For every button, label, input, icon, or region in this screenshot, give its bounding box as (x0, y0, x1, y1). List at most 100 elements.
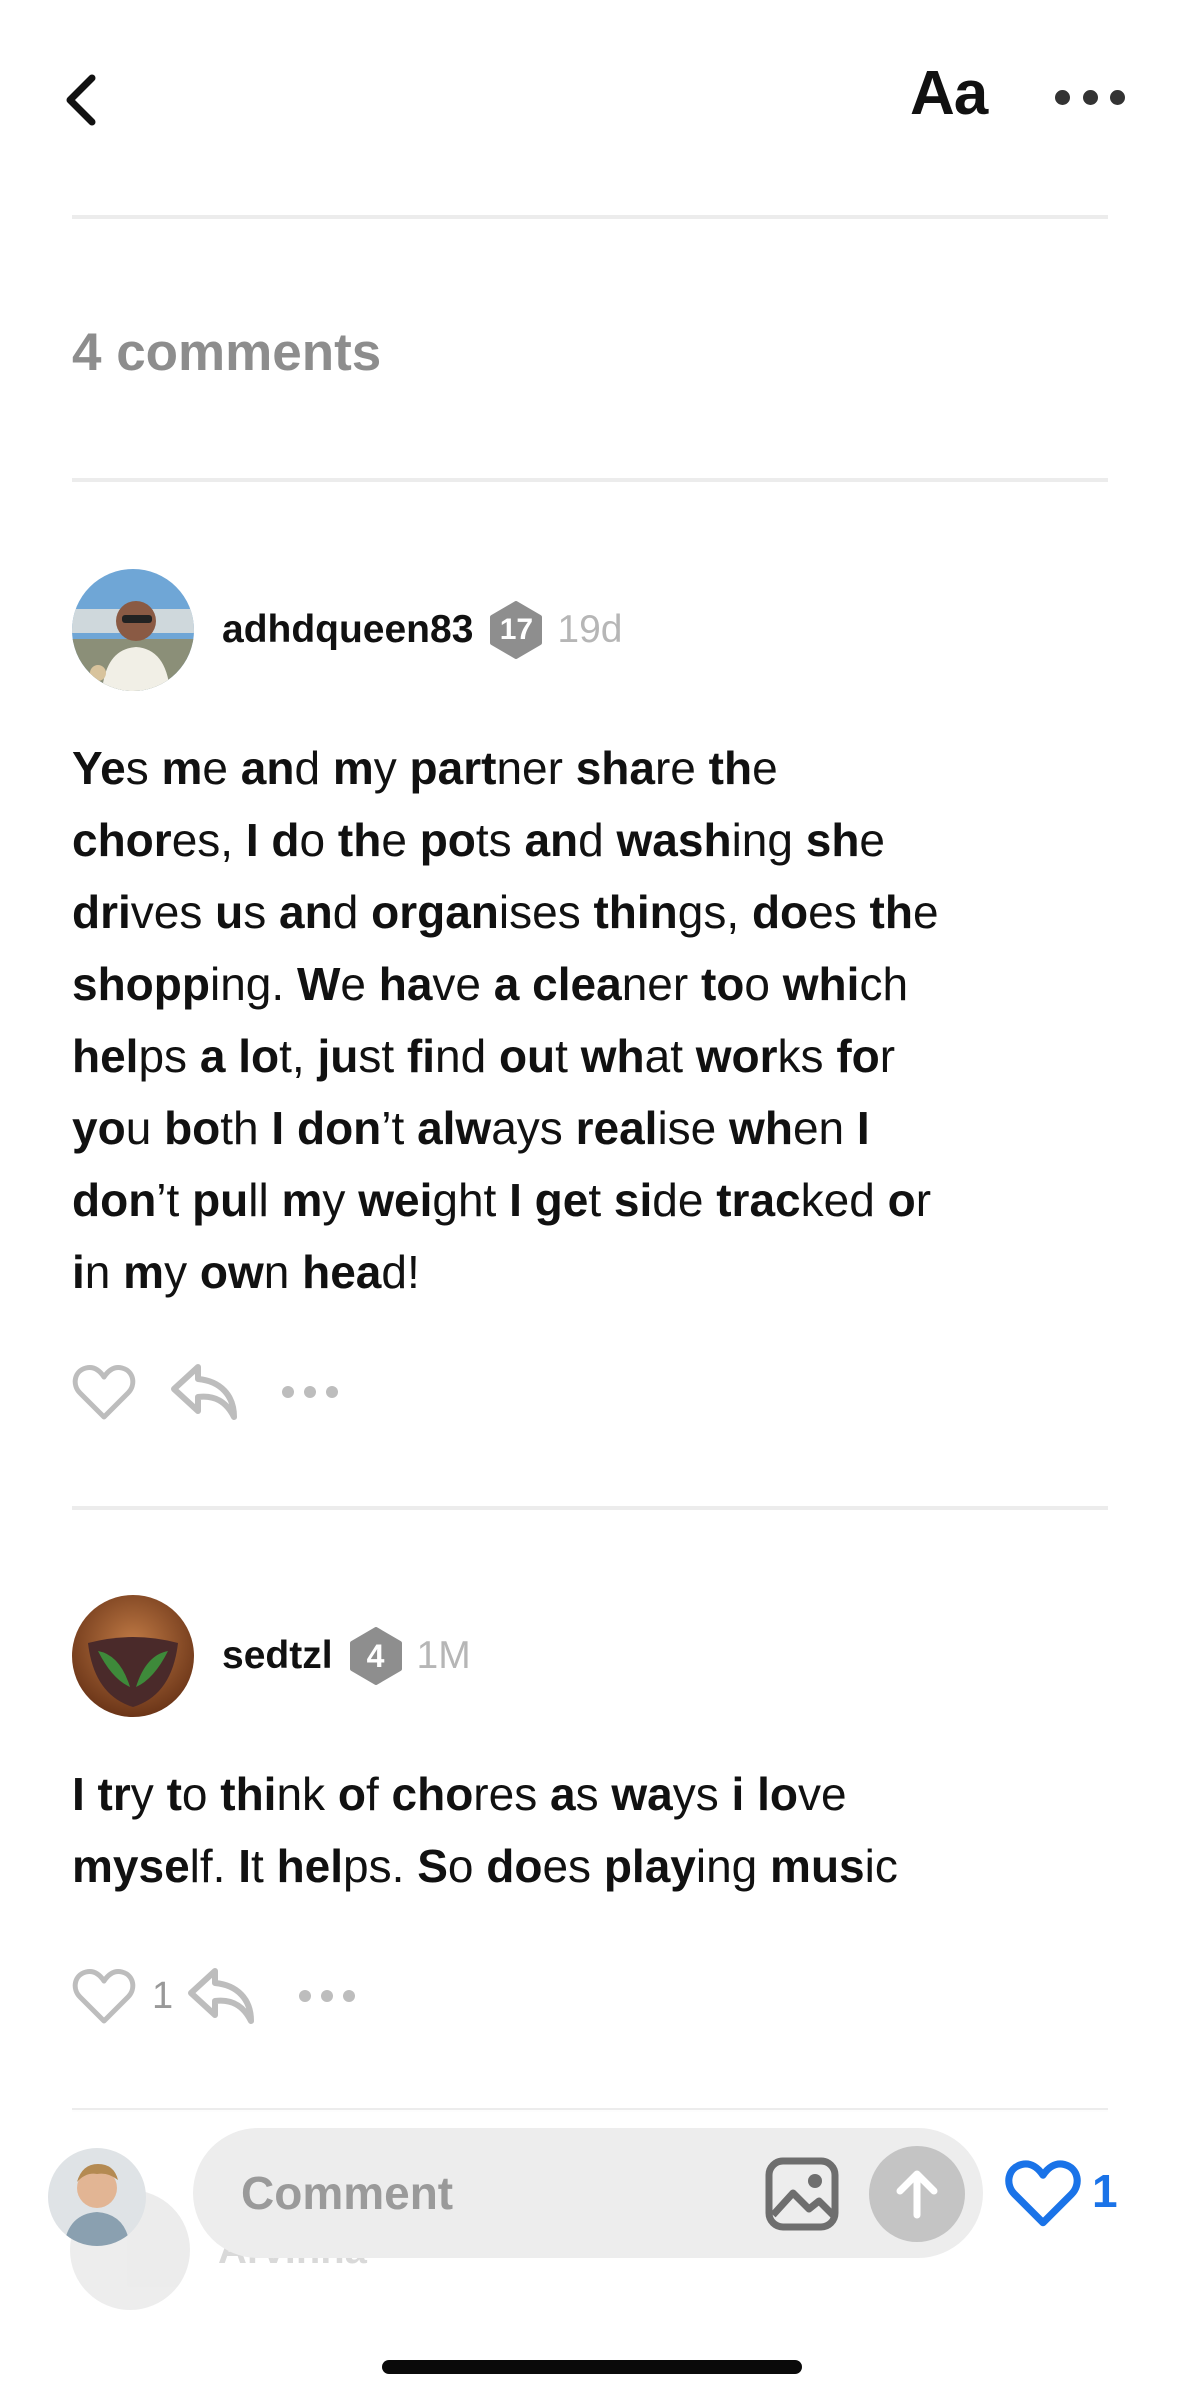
text-fragment: ve (797, 1768, 847, 1820)
heart-icon (1005, 2160, 1081, 2227)
comment-header: sedtzl 4 1M (72, 1594, 1112, 1718)
reply-button[interactable] (168, 1361, 240, 1423)
text-fragment: hel (276, 1840, 344, 1892)
text-fragment: a (549, 1768, 576, 1820)
text-fragment: d (332, 886, 372, 938)
like-button[interactable] (72, 1361, 142, 1423)
back-button[interactable] (58, 70, 104, 130)
comment-text: Yes me and my partner share the chores, I… (72, 732, 1112, 1308)
text-fragment: po (419, 814, 476, 866)
text-fragment: ow (199, 1246, 264, 1298)
dot (282, 1386, 294, 1398)
text-fragment: n (263, 1246, 303, 1298)
username[interactable]: sedtzl (222, 1634, 333, 1678)
username[interactable]: adhdqueen83 (222, 608, 473, 652)
avatar[interactable] (72, 1595, 194, 1717)
text-fragment: chor (72, 814, 172, 866)
heart-icon (72, 1365, 136, 1420)
text-fragment: an (279, 886, 333, 938)
text-fragment: Ye (72, 742, 126, 794)
comment-age: 1M (416, 1634, 471, 1677)
comment-actions (72, 1352, 1112, 1432)
text-fragment: t (588, 1174, 614, 1226)
text-fragment: o (887, 1174, 916, 1226)
divider (72, 215, 1108, 219)
text-fragment: ise (657, 1102, 730, 1154)
text-fragment: m (123, 1246, 165, 1298)
text-fragment: th (869, 886, 913, 938)
text-fragment: es, (171, 814, 246, 866)
text-fragment: y (322, 1174, 359, 1226)
text-fragment: yo (72, 1102, 126, 1154)
text-fragment: y (164, 1246, 200, 1298)
font-size-button[interactable]: Aa (910, 58, 988, 138)
like-button[interactable] (72, 1965, 142, 2027)
dot (1055, 89, 1070, 105)
dot (321, 1990, 334, 2002)
arrow-up-icon (896, 2170, 938, 2219)
text-fragment: sh (805, 814, 860, 866)
text-fragment: dri (72, 886, 131, 938)
text-fragment: I tr (72, 1768, 131, 1820)
home-indicator (382, 2360, 802, 2374)
text-fragment: part (409, 742, 497, 794)
text-fragment: s (243, 886, 280, 938)
text-fragment: o (299, 814, 338, 866)
text-fragment: e (381, 814, 420, 866)
text-fragment: cho (391, 1768, 474, 1820)
comment: adhdqueen83 17 19d Yes me and my partner… (72, 568, 1112, 1432)
text-fragment: y (373, 742, 410, 794)
text-fragment: e (859, 814, 886, 866)
text-fragment: hel (72, 1030, 139, 1082)
text-fragment: th (708, 742, 753, 794)
text-fragment: trac (716, 1174, 801, 1226)
text-fragment: s (575, 1768, 612, 1820)
attach-image-button[interactable] (763, 2155, 841, 2233)
text-fragment: m (332, 742, 374, 794)
dot (1082, 89, 1098, 105)
send-button[interactable] (869, 2146, 965, 2242)
text-fragment: ked (800, 1174, 888, 1226)
text-fragment: I ge (509, 1174, 589, 1226)
like-post-button[interactable] (1005, 2158, 1081, 2228)
text-fragment: ner (621, 958, 701, 1010)
text-fragment: ves (130, 886, 216, 938)
current-user-avatar[interactable] (48, 2148, 146, 2246)
top-bar: Aa (0, 0, 1179, 210)
dot (304, 1386, 316, 1398)
level-number: 4 (366, 1637, 385, 1674)
avatar[interactable] (72, 569, 194, 691)
text-fragment: nd (435, 1030, 499, 1082)
text-fragment: r (915, 1174, 932, 1226)
divider (72, 478, 1108, 482)
text-fragment: W (296, 958, 341, 1010)
text-fragment: ’t (381, 1102, 418, 1154)
text-fragment: S (417, 1840, 448, 1892)
text-fragment: thin (593, 886, 678, 938)
text-fragment: fo (836, 1030, 880, 1082)
comments-count: 4 comments (72, 323, 382, 382)
text-fragment: thi (220, 1768, 277, 1820)
comment: sedtzl 4 1M I try to think of chores as … (72, 1594, 1112, 2036)
text-fragment: do (751, 886, 809, 938)
comment-more-button[interactable] (299, 1988, 356, 2004)
post-like-count: 1 (1092, 2165, 1118, 2217)
text-fragment: ve (432, 958, 494, 1010)
more-options-button[interactable] (1055, 80, 1125, 114)
text-fragment: organ (371, 886, 499, 938)
comment-header: adhdqueen83 17 19d (72, 568, 1112, 692)
text-fragment: fi (406, 1030, 435, 1082)
text-fragment: I don (271, 1102, 382, 1154)
text-fragment: n (84, 1246, 124, 1298)
text-fragment: ks (777, 1030, 837, 1082)
comment-more-button[interactable] (282, 1384, 338, 1400)
text-fragment: play (603, 1840, 696, 1892)
comment-input[interactable]: Comment (193, 2128, 983, 2258)
reply-button[interactable] (185, 1965, 257, 2027)
text-fragment: i lo (731, 1768, 798, 1820)
text-fragment: an (240, 742, 295, 794)
text-fragment: a lo (199, 1030, 280, 1082)
text-fragment: res (473, 1768, 550, 1820)
text-fragment: do (486, 1840, 543, 1892)
text-fragment: I (856, 1102, 870, 1154)
